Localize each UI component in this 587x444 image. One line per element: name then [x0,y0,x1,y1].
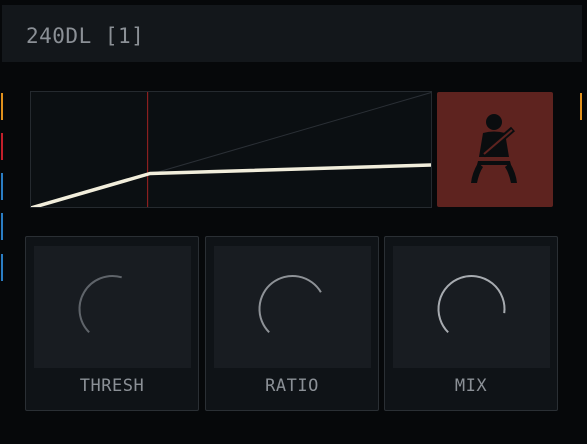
knob-ratio-face[interactable] [214,246,371,368]
knob-value-arc [78,275,122,334]
ratio-knob-arc[interactable] [214,246,371,368]
knob-mix-face[interactable] [393,246,550,368]
left-marker-blue-2 [1,213,3,240]
compression-curve [31,163,431,207]
mix-label: MIX [454,376,488,396]
knob-thresh-face[interactable] [34,246,191,368]
thresh-label: THRESH [79,376,145,396]
left-marker-blue-1 [1,173,3,200]
preset-title[interactable]: 240DL [1] [26,24,144,48]
transfer-curve-svg [31,92,431,207]
seatbelt-button[interactable] [437,92,553,207]
knob-mix[interactable]: MIX [384,236,558,411]
knob-value-arc [437,275,506,334]
knob-ratio[interactable]: RATIO [205,236,379,411]
transfer-curve-graph[interactable] [30,91,432,208]
mix-knob-arc[interactable] [393,246,550,368]
seatbelt-icon [471,113,517,183]
ratio-label: RATIO [265,376,319,396]
knob-value-arc [258,275,322,334]
left-marker-red [1,133,3,160]
thresh-knob-arc[interactable] [34,246,191,368]
title-bar: 240DL [1] [2,5,582,62]
left-marker-orange [1,93,3,120]
knob-thresh[interactable]: THRESH [25,236,199,411]
left-marker-blue-3 [1,254,3,281]
right-marker-orange [580,93,582,120]
